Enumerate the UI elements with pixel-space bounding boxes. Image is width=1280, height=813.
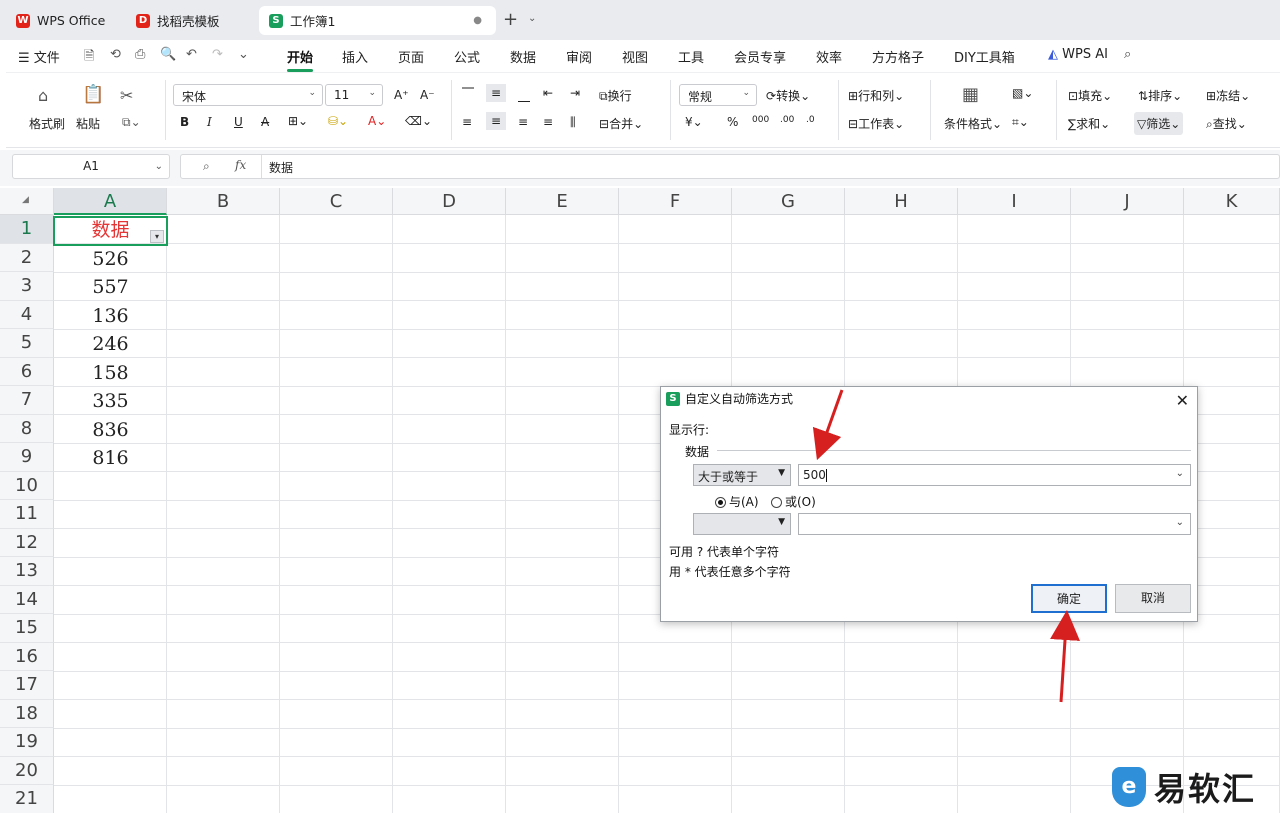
watermark-text: 易软汇 <box>1154 770 1257 808</box>
arrow-to-ok-button <box>1050 610 1080 703</box>
annotation-arrows <box>812 389 1080 703</box>
arrow-to-value-input <box>812 389 844 461</box>
watermark: e 易软汇 <box>1112 764 1256 810</box>
watermark-logo-icon: e <box>1112 767 1146 807</box>
